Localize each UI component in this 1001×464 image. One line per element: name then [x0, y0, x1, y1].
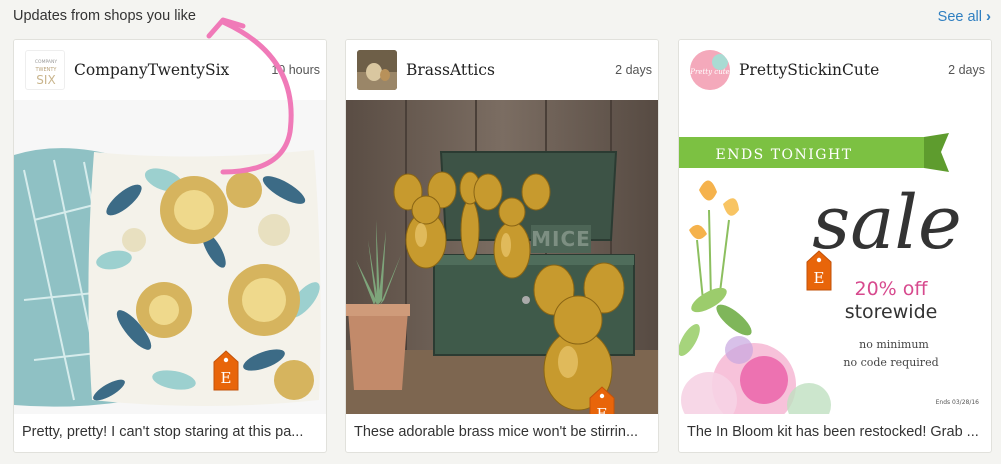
shop-update-card[interactable]: Pretty cute PrettyStickinCute 2 days END… [678, 39, 992, 453]
discount-line-2: storewide [845, 301, 938, 323]
card-header: COMPANY TWENTY SIX CompanyTwentySix 10 h… [14, 40, 326, 100]
see-all-label: See all [937, 8, 982, 25]
post-time: 10 hours [271, 63, 320, 77]
shop-avatar[interactable] [357, 50, 397, 90]
banner-text: ENDS TONIGHT [715, 147, 852, 163]
update-caption[interactable]: These adorable brass mice won't be stirr… [354, 424, 652, 440]
note-line-1: no minimum [859, 338, 929, 351]
avatar-text: Pretty cute [690, 68, 730, 76]
avatar-line-1: COMPANY [35, 59, 57, 65]
shop-name[interactable]: CompanyTwentySix [74, 61, 229, 79]
post-time: 2 days [948, 63, 985, 77]
chevron-right-icon: › [986, 8, 991, 25]
update-caption[interactable]: The In Bloom kit has been restocked! Gra… [687, 424, 985, 440]
update-caption[interactable]: Pretty, pretty! I can't stop staring at … [22, 424, 320, 440]
post-time: 2 days [615, 63, 652, 77]
shop-avatar[interactable]: COMPANY TWENTY SIX [25, 50, 65, 90]
discount-line-1: 20% off [855, 278, 929, 300]
etsy-tag-icon: E [804, 250, 834, 292]
see-all-link[interactable]: See all › [938, 8, 991, 25]
svg-text:E: E [221, 369, 232, 387]
sale-word: sale [812, 180, 962, 266]
brass-mice-photo[interactable]: MICE E [346, 100, 658, 414]
shop-avatar[interactable]: Pretty cute [690, 50, 730, 90]
note-line-2: no code required [843, 356, 938, 369]
sale-graphic[interactable]: ENDS TONIGHT sale 20% off storewide no m… [679, 100, 991, 414]
card-header: Pretty cute PrettyStickinCute 2 days [679, 40, 991, 100]
avatar-line-3: SIX [36, 73, 55, 87]
card-header: BrassAttics 2 days [346, 40, 658, 100]
pillow-photo[interactable]: E [14, 100, 326, 414]
section-title: Updates from shops you like [13, 8, 196, 24]
shop-update-card[interactable]: BrassAttics 2 days MICE E These adorable… [345, 39, 659, 453]
shop-name[interactable]: PrettyStickinCute [739, 61, 879, 79]
ends-date: Ends 03/28/16 [936, 399, 980, 406]
etsy-tag-icon: E [587, 386, 617, 414]
mice-label: MICE [531, 227, 591, 251]
svg-text:E: E [814, 269, 825, 287]
shop-name[interactable]: BrassAttics [406, 61, 495, 79]
etsy-tag-icon: E [211, 350, 241, 392]
shop-update-card[interactable]: COMPANY TWENTY SIX CompanyTwentySix 10 h… [13, 39, 327, 453]
svg-text:E: E [597, 405, 608, 414]
